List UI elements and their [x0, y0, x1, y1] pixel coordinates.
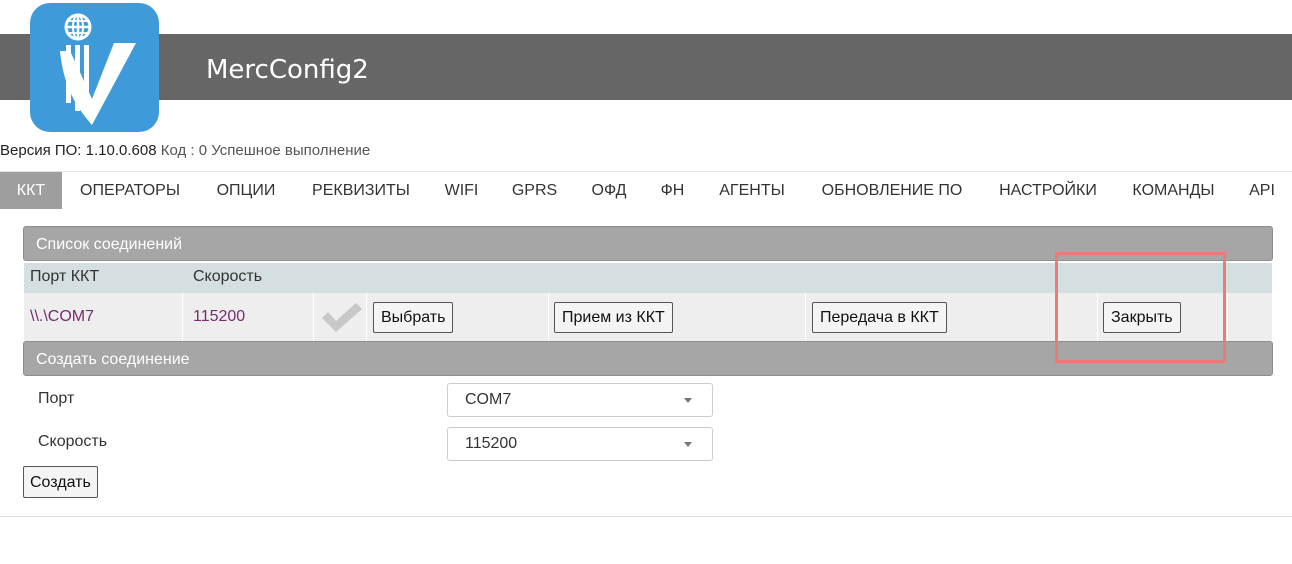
chevron-down-icon: [684, 442, 692, 447]
port-select[interactable]: COM7: [447, 383, 713, 417]
tab-wifi[interactable]: WIFI: [428, 172, 495, 209]
version-value: 1.10.0.608: [85, 142, 157, 159]
select-button[interactable]: Выбрать: [373, 302, 454, 333]
app-title: MercConfig2: [206, 55, 369, 85]
result-text: Успешное выполнение: [211, 142, 371, 159]
version-status-line: Версия ПО: 1.10.0.608 Код : 0 Успешное в…: [0, 142, 370, 159]
send-to-kkt-button[interactable]: Передача в ККТ: [812, 302, 947, 333]
tab-requisites[interactable]: РЕКВИЗИТЫ: [294, 172, 428, 209]
tab-settings[interactable]: НАСТРОЙКИ: [981, 172, 1115, 209]
speed-label: Скорость: [38, 433, 108, 450]
tab-options[interactable]: ОПЦИИ: [198, 172, 294, 209]
version-label: Версия ПО:: [0, 142, 82, 159]
speed-select-value: 115200: [465, 435, 518, 452]
create-button[interactable]: Создать: [23, 466, 98, 498]
tab-operators[interactable]: ОПЕРАТОРЫ: [62, 172, 198, 209]
column-header-speed: Скорость: [193, 268, 263, 285]
chevron-down-icon: [684, 398, 692, 403]
tab-kkt[interactable]: ККТ: [0, 172, 62, 209]
tab-ofd[interactable]: ОФД: [574, 172, 644, 209]
tab-bar: ККТ ОПЕРАТОРЫ ОПЦИИ РЕКВИЗИТЫ WIFI GPRS …: [0, 171, 1292, 210]
code-label: Код :: [160, 142, 195, 159]
tab-commands[interactable]: КОМАНДЫ: [1115, 172, 1232, 209]
tab-api[interactable]: API: [1232, 172, 1292, 209]
receive-from-kkt-button[interactable]: Прием из ККТ: [554, 302, 673, 333]
header-bar: [0, 34, 1292, 100]
merc-logo-icon: [30, 3, 159, 132]
speed-link[interactable]: 115200: [193, 308, 245, 326]
tab-agents[interactable]: АГЕНТЫ: [701, 172, 803, 209]
code-value: 0: [198, 142, 208, 159]
speed-select[interactable]: 115200: [447, 427, 713, 461]
tab-fn[interactable]: ФН: [644, 172, 701, 209]
port-link[interactable]: \\.\COM7: [30, 308, 94, 326]
port-label: Порт: [38, 390, 75, 407]
column-header-port: Порт ККТ: [30, 268, 100, 285]
port-select-value: COM7: [465, 391, 512, 408]
bottom-divider: [0, 516, 1292, 517]
tab-gprs[interactable]: GPRS: [495, 172, 574, 209]
tab-firmware-update[interactable]: ОБНОВЛЕНИЕ ПО: [803, 172, 981, 209]
highlight-box: [1055, 252, 1226, 363]
checkmark-icon: [322, 303, 362, 332]
